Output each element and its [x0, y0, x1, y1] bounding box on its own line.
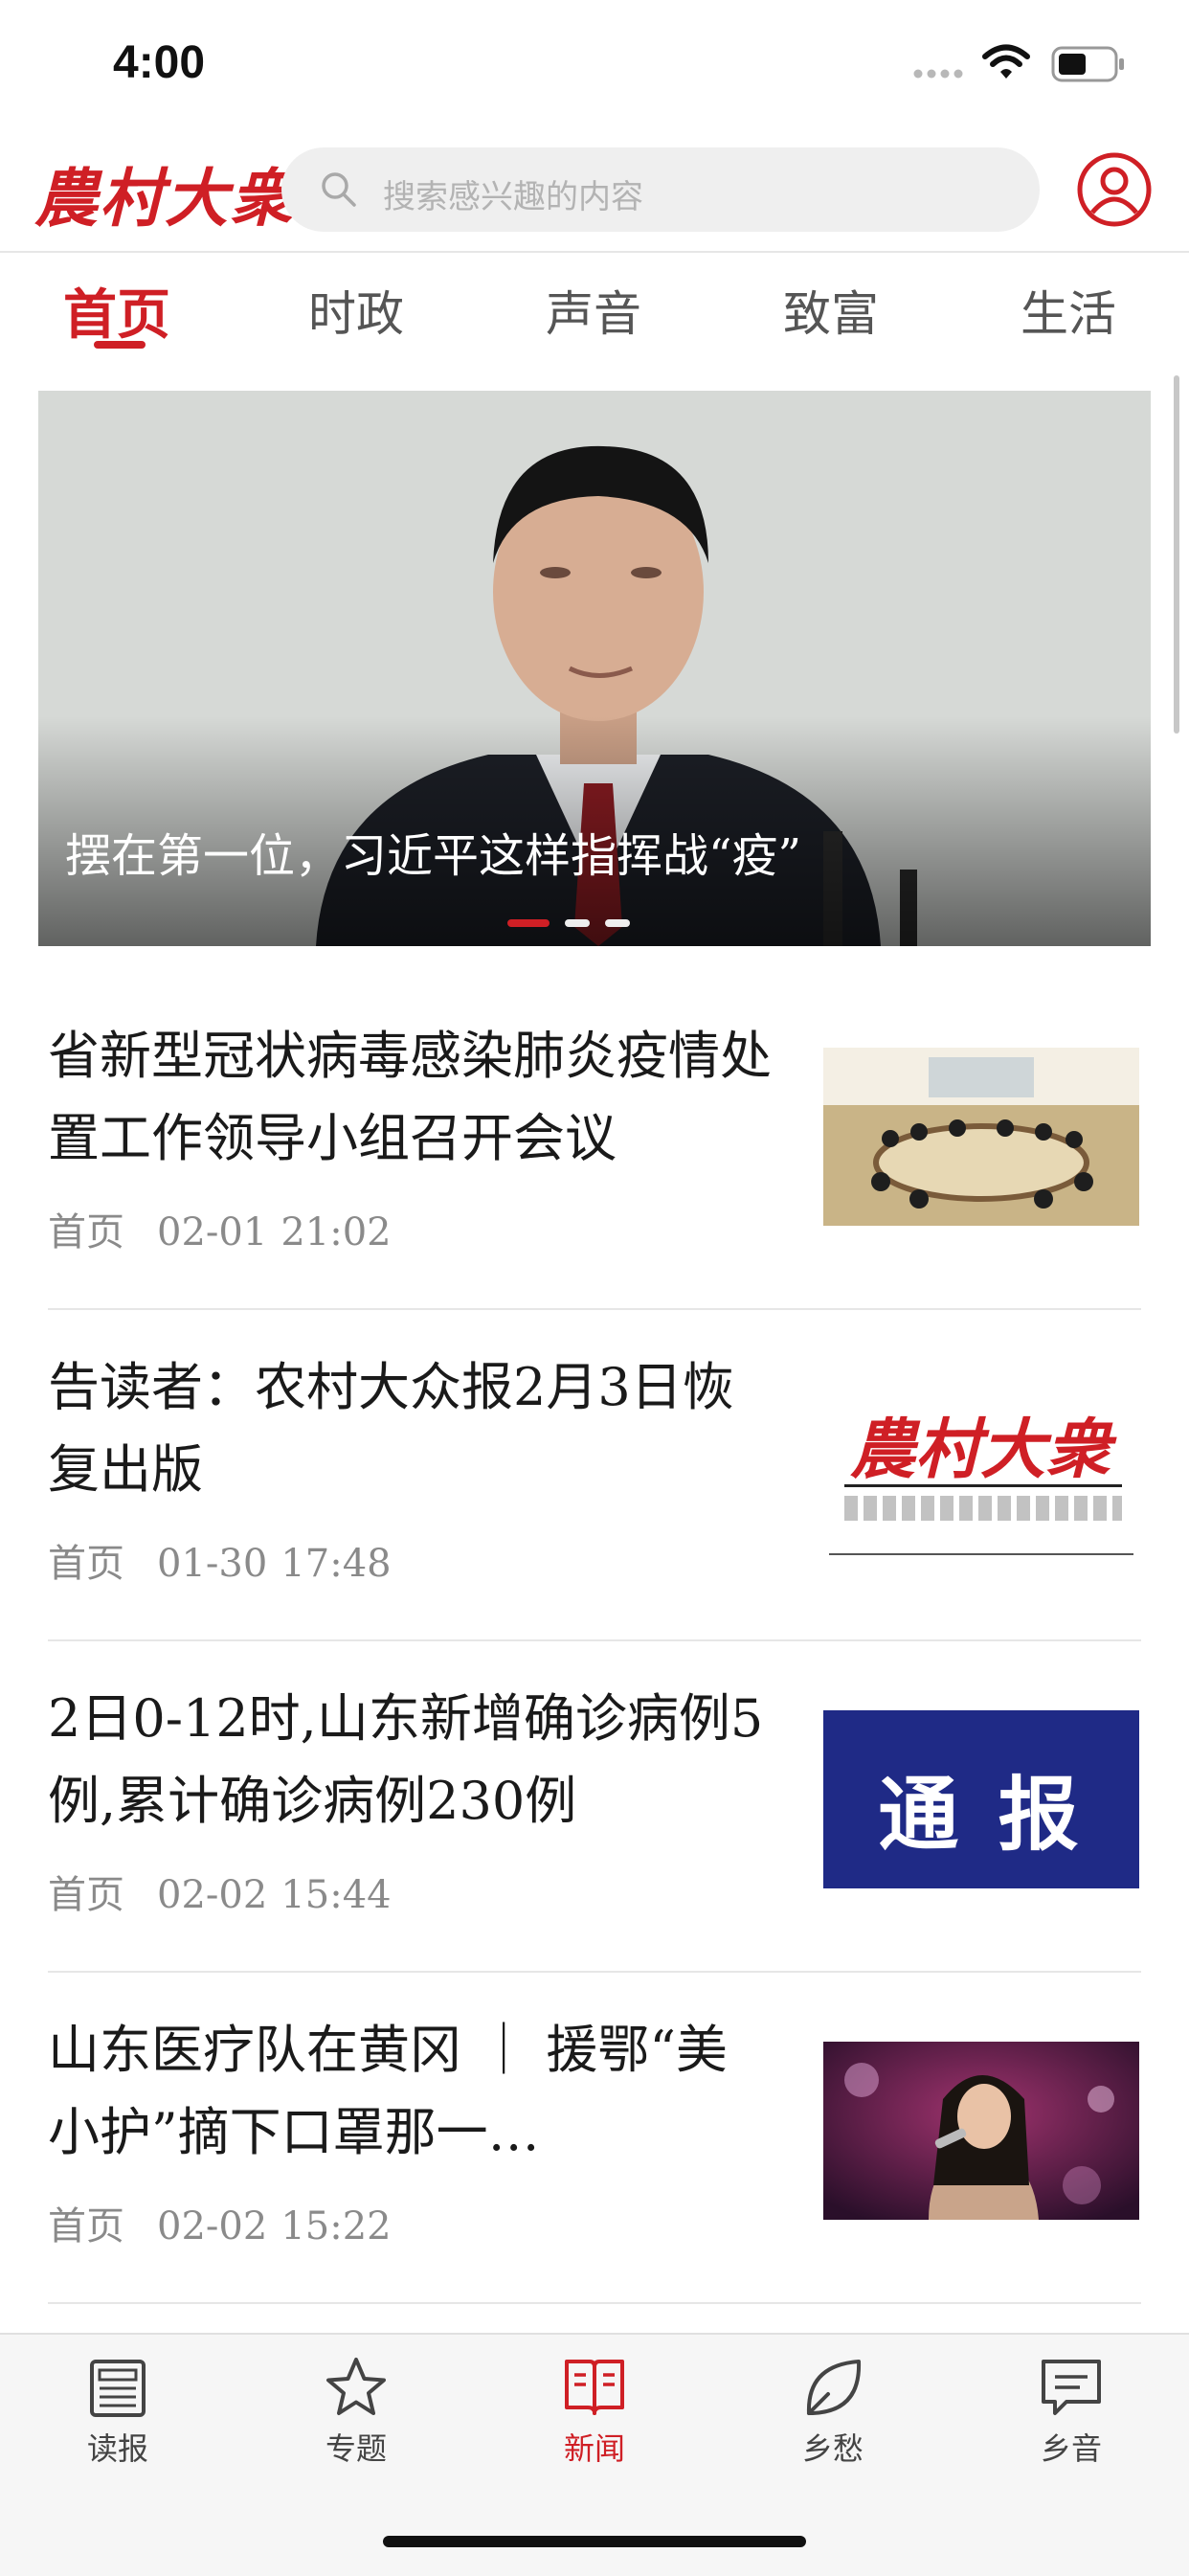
news-thumbnail: 農村大衆 — [823, 1379, 1139, 1557]
nav-label: 乡音 — [1040, 2430, 1102, 2467]
newspaper-icon — [90, 2360, 146, 2417]
star-icon — [326, 2358, 386, 2415]
news-title: 告读者：农村大众报2月3日恢复出版 — [48, 1357, 734, 1500]
news-title: 山东医疗队在黄冈 ｜ 援鄂“美小护”摘下口罩那一… — [48, 2020, 728, 2162]
status-time: 4:00 — [113, 37, 206, 88]
search-icon — [322, 172, 356, 207]
active-tab-indicator — [94, 341, 146, 349]
news-time: 15:22 — [280, 2204, 392, 2248]
status-bar: 4:00 — [0, 0, 1189, 134]
carousel-dot[interactable] — [565, 919, 590, 927]
app-header: 農村大衆 搜索感兴趣的内容 — [0, 134, 1189, 253]
news-meta: 首页 02-02 15:44 — [48, 1864, 424, 1919]
tab-politics[interactable]: 时政 — [308, 276, 404, 345]
news-title: 2日0-12时,山东新增确诊病例5例,累计确诊病例230例 — [48, 1688, 764, 1831]
scroll-indicator — [1174, 375, 1179, 734]
news-meta: 首页 01-30 17:48 — [48, 1532, 424, 1588]
tab-life[interactable]: 生活 — [1021, 276, 1116, 345]
news-date: 01-30 — [157, 1542, 268, 1586]
nav-label: 乡愁 — [801, 2430, 864, 2467]
news-thumbnail — [823, 2042, 1139, 2220]
open-book-icon — [565, 2360, 624, 2415]
leaf-icon — [806, 2360, 862, 2415]
banner-caption: 摆在第一位，习近平这样指挥战“疫” — [65, 829, 802, 883]
news-item[interactable]: 2日0-12时,山东新增确诊病例5例,累计确诊病例230例 首页 02-02 15:… — [48, 1639, 1141, 1973]
news-time: 21:02 — [280, 1210, 392, 1254]
news-time: 15:44 — [280, 1873, 392, 1917]
singer-photo — [823, 2042, 1139, 2220]
battery-icon — [1051, 46, 1124, 82]
cellular-signal-icon — [913, 69, 963, 79]
message-icon — [1042, 2360, 1101, 2415]
notice-badge-text: 通 报 — [878, 1768, 1085, 1862]
featured-banner[interactable]: 摆在第一位，习近平这样指挥战“疫” — [38, 391, 1151, 946]
nav-label: 读报 — [86, 2430, 148, 2467]
nav-label: 新闻 — [563, 2430, 625, 2467]
news-channel: 首页 — [48, 1210, 124, 1254]
search-placeholder: 搜索感兴趣的内容 — [383, 178, 643, 216]
category-tabs: 首页 时政 声音 致富 生活 — [0, 253, 1189, 358]
nav-label: 专题 — [325, 2430, 387, 2467]
search-bar[interactable]: 搜索感兴趣的内容 — [281, 147, 1040, 232]
news-time: 17:48 — [280, 1542, 392, 1586]
tab-home[interactable]: 首页 — [63, 272, 170, 350]
nav-news[interactable]: 新闻 — [518, 2354, 671, 2469]
news-date: 02-02 — [157, 1873, 268, 1917]
nav-read-paper[interactable]: 读报 — [41, 2354, 194, 2469]
masthead-fineprint — [844, 1496, 1122, 1521]
newspaper-masthead: 農村大衆 — [850, 1412, 1111, 1488]
news-date: 02-01 — [157, 1210, 268, 1254]
masthead-rule — [844, 1484, 1122, 1487]
news-meta: 首页 02-01 21:02 — [48, 1201, 424, 1256]
masthead-bottom-line — [829, 1553, 1133, 1555]
tab-voice[interactable]: 声音 — [546, 276, 641, 345]
home-indicator[interactable] — [383, 2536, 806, 2547]
news-channel: 首页 — [48, 2204, 124, 2248]
app-logo[interactable]: 農村大衆 — [34, 147, 295, 239]
news-item[interactable]: 山东医疗队在黄冈 ｜ 援鄂“美小护”摘下口罩那一… 首页 02-02 15:22 — [48, 1971, 1141, 2304]
user-profile-icon[interactable] — [1076, 151, 1153, 228]
news-thumbnail: 通 报 — [823, 1710, 1139, 1888]
news-item[interactable]: 告读者：农村大众报2月3日恢复出版 首页 01-30 17:48 農村大衆 — [48, 1308, 1141, 1641]
meeting-room-photo — [823, 1048, 1139, 1226]
news-title: 省新型冠状病毒感染肺炎疫情处置工作领导小组召开会议 — [48, 1026, 772, 1168]
news-channel: 首页 — [48, 1873, 124, 1917]
tab-prosperity[interactable]: 致富 — [783, 276, 879, 345]
news-item[interactable]: 省新型冠状病毒感染肺炎疫情处置工作领导小组召开会议 首页 02-01 21:02 — [48, 977, 1141, 1310]
nav-hometown-voice[interactable]: 乡音 — [995, 2354, 1148, 2469]
news-date: 02-02 — [157, 2204, 268, 2248]
news-channel: 首页 — [48, 1542, 124, 1586]
nav-nostalgia[interactable]: 乡愁 — [756, 2354, 909, 2469]
news-meta: 首页 02-02 15:22 — [48, 2195, 424, 2250]
news-thumbnail — [823, 1048, 1139, 1226]
carousel-dot[interactable] — [605, 919, 630, 927]
wifi-icon — [982, 44, 1030, 79]
carousel-dot-active[interactable] — [507, 919, 550, 927]
nav-topics[interactable]: 专题 — [280, 2354, 433, 2469]
